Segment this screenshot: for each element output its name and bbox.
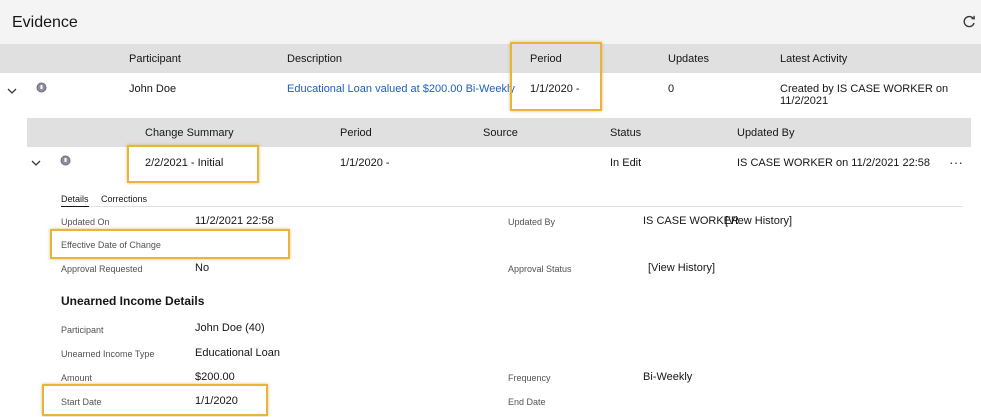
end-date-label: End Date bbox=[508, 397, 546, 407]
col-change-summary[interactable]: Change Summary bbox=[145, 127, 234, 139]
col-participant[interactable]: Participant bbox=[129, 53, 181, 65]
chevron-down-icon[interactable] bbox=[30, 157, 42, 169]
col-source[interactable]: Source bbox=[483, 127, 518, 139]
participant-label: Participant bbox=[61, 325, 104, 335]
approval-requested-value: No bbox=[195, 262, 210, 274]
change-status: In Edit bbox=[610, 157, 642, 169]
page-title: Evidence bbox=[12, 14, 78, 31]
approval-requested-label: Approval Requested bbox=[61, 264, 143, 274]
updated-by-label: Updated By bbox=[508, 217, 556, 227]
approval-status-link[interactable]: [View History] bbox=[648, 262, 715, 274]
evidence-status-icon bbox=[36, 82, 47, 93]
row-updates: 0 bbox=[668, 83, 675, 95]
detail-tabs: Details Corrections bbox=[61, 192, 963, 207]
updated-on-label: Updated On bbox=[61, 217, 110, 227]
evidence-row[interactable]: John Doe Educational Loan valued at $200… bbox=[0, 73, 981, 118]
col-change-period[interactable]: Period bbox=[340, 127, 372, 139]
evidence-table-header: Participant Description Period Updates L… bbox=[0, 44, 981, 73]
chevron-down-icon[interactable] bbox=[6, 85, 18, 97]
title-bar: Evidence bbox=[0, 0, 981, 44]
amount-value: $200.00 bbox=[195, 371, 235, 383]
frequency-value: Bi-Weekly bbox=[643, 371, 693, 383]
income-type-label: Unearned Income Type bbox=[61, 349, 155, 359]
col-updated-by[interactable]: Updated By bbox=[737, 127, 794, 139]
frequency-label: Frequency bbox=[508, 373, 551, 383]
highlight-period bbox=[510, 42, 602, 111]
row-participant: John Doe bbox=[129, 83, 177, 95]
tab-corrections[interactable]: Corrections bbox=[101, 194, 147, 204]
col-updates[interactable]: Updates bbox=[668, 53, 709, 65]
approval-status-label: Approval Status bbox=[508, 264, 572, 274]
income-type-value: Educational Loan bbox=[195, 347, 281, 359]
change-period: 1/1/2020 - bbox=[340, 157, 390, 169]
change-updated-by: IS CASE WORKER on 11/2/2021 22:58 bbox=[737, 157, 931, 169]
refresh-icon[interactable] bbox=[961, 14, 977, 30]
col-latest-activity[interactable]: Latest Activity bbox=[780, 53, 847, 65]
row-description-link[interactable]: Educational Loan valued at $200.00 Bi-We… bbox=[287, 83, 515, 95]
amount-label: Amount bbox=[61, 373, 93, 383]
row-latest-activity: Created by IS CASE WORKER on 11/2/2021 bbox=[780, 83, 949, 107]
tab-details[interactable]: Details bbox=[61, 194, 89, 207]
view-history-link[interactable]: [View History] bbox=[725, 215, 792, 227]
highlight-change-summary bbox=[127, 145, 259, 183]
change-table-header: Change Summary Period Source Status Upda… bbox=[27, 118, 971, 147]
highlight-start-date bbox=[42, 384, 268, 416]
section-title: Unearned Income Details bbox=[61, 294, 205, 308]
participant-value: John Doe (40) bbox=[195, 322, 265, 334]
col-description[interactable]: Description bbox=[287, 53, 342, 65]
col-status[interactable]: Status bbox=[610, 127, 641, 139]
highlight-effective-date bbox=[50, 229, 290, 259]
updated-on-value: 11/2/2021 22:58 bbox=[195, 215, 274, 227]
change-status-icon bbox=[60, 155, 71, 166]
overflow-menu-icon[interactable]: ··· bbox=[949, 154, 963, 170]
